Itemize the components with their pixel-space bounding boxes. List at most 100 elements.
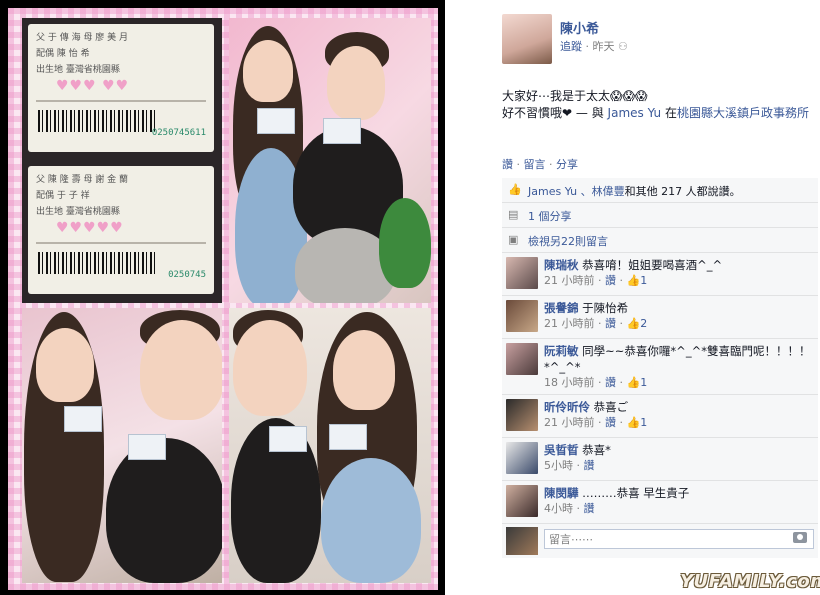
comment-time[interactable]: 18 小時前 (544, 376, 595, 389)
comment-like-link[interactable]: 讚 (584, 459, 595, 472)
id-card-wife: 父 陳 隆 壽 母 謝 金 蘭 配偶 于 子 祥 出生地 臺灣省桃園縣 ♥♥♥♥… (28, 166, 214, 294)
share-button[interactable]: 分享 (556, 158, 578, 171)
commenter-avatar[interactable] (506, 300, 538, 332)
likes-text: James Yu 、林偉豐和其他 217 人都說讚。 (528, 183, 741, 199)
post-meta: 追蹤 · 昨天 ⚇ (560, 38, 628, 54)
commenter-avatar[interactable] (506, 399, 538, 431)
comment-time[interactable]: 21 小時前 (544, 416, 595, 429)
id-card-birthplace: 出生地 臺灣省桃園縣 (36, 65, 120, 75)
comment-time[interactable]: 4小時 (544, 502, 573, 515)
woman-shirt (321, 458, 421, 583)
comment-time[interactable]: 21 小時前 (544, 317, 595, 330)
comment-item: 吳晢晢 恭喜* 5小時 · 讚 (502, 438, 818, 481)
comment-item: 阮莉敏 同學~~恭喜你囉*^_^*雙喜臨門呢！！！！*^_^* 18 小時前 ·… (502, 339, 818, 395)
comment-like-count-icon[interactable]: 👍 (627, 274, 641, 287)
comment-meta: 21 小時前 · 讚 · 👍2 (544, 317, 648, 330)
comment-meta: 5小時 · 讚 (544, 459, 595, 472)
comment-like-link[interactable]: 讚 (605, 376, 616, 389)
id-card-parents: 父 于 傳 海 母 廖 美 月 (36, 33, 129, 43)
comment-time[interactable]: 5小時 (544, 459, 573, 472)
likes-rest: 和其他 217 人都說讚。 (624, 185, 741, 198)
viewer-avatar (506, 527, 538, 555)
commenter-name[interactable]: 吳晢晢 (544, 443, 579, 457)
plant (379, 198, 431, 288)
man-face (140, 320, 222, 420)
like-button[interactable]: 讚 (502, 158, 513, 171)
comment-button[interactable]: 留言 (524, 158, 546, 171)
id-card-number: 0250745 (168, 270, 206, 280)
comment-like-count-icon[interactable]: 👍 (627, 416, 641, 429)
likers-link[interactable]: James Yu 、林偉豐 (528, 185, 625, 198)
commenter-name[interactable]: 昕伶昕伶 (544, 400, 590, 414)
shares-summary[interactable]: ▤ 1 個分享 (502, 203, 818, 228)
likes-summary: 👍 James Yu 、林偉豐和其他 217 人都說讚。 (502, 178, 818, 203)
comment-text: 于陳怡希 (582, 301, 629, 315)
id-card-number: 0250745611 (151, 128, 206, 138)
comment-like-count-icon[interactable]: 👍 (627, 317, 641, 330)
collage-panel-couple-3 (229, 308, 431, 583)
comment-input[interactable]: 留言⋯⋯ (544, 529, 814, 549)
collage-panel-id-cards: 父 于 傳 海 母 廖 美 月 配偶 陳 怡 希 出生地 臺灣省桃園縣 ♥♥♥ … (22, 18, 222, 303)
post-actions: 讚 · 留言 · 分享 (502, 156, 578, 172)
comment-body: 昕伶昕伶 恭喜ご 21 小時前 · 讚 · 👍1 (544, 395, 818, 434)
comment-item: 張譽錦 于陳怡希 21 小時前 · 讚 · 👍2 (502, 296, 818, 339)
tagged-person-link[interactable]: James Yu (608, 106, 662, 120)
comment-meta: 18 小時前 · 讚 · 👍1 (544, 376, 648, 389)
comment-meta: 21 小時前 · 讚 · 👍1 (544, 274, 648, 287)
comment-like-link[interactable]: 讚 (605, 274, 616, 287)
card-divider (36, 242, 206, 244)
view-more-link[interactable]: 檢視另22則留言 (528, 235, 608, 248)
poster-avatar[interactable] (502, 14, 552, 64)
woman-face (36, 328, 94, 402)
action-separator: · (516, 158, 521, 171)
comment-like-count[interactable]: 2 (640, 317, 647, 330)
commenter-name[interactable]: 陳瑞秋 (544, 258, 579, 272)
commenter-avatar[interactable] (506, 485, 538, 517)
ufi-box: 👍 James Yu 、林偉豐和其他 217 人都說讚。 ▤ 1 個分享 ▣ 檢… (502, 178, 818, 558)
location-link[interactable]: 桃園縣大溪鎮戶政事務所 (677, 106, 809, 120)
view-more-comments[interactable]: ▣ 檢視另22則留言 (502, 228, 818, 253)
post-status: 大家好⋯我是于太太😱😱😱 好不習慣哦❤ — 與 James Yu 在桃園縣大溪鎮… (502, 88, 818, 122)
audience-icon[interactable]: ⚇ (618, 40, 628, 53)
commenter-avatar[interactable] (506, 442, 538, 474)
barcode (38, 110, 158, 132)
post-photo[interactable]: 父 于 傳 海 母 廖 美 月 配偶 陳 怡 希 出生地 臺灣省桃園縣 ♥♥♥ … (0, 0, 445, 595)
status-at: 在 (664, 106, 677, 120)
comment-text: 恭喜* (582, 443, 611, 457)
post-timestamp[interactable]: 昨天 (593, 40, 615, 53)
status-line-1: 大家好⋯我是于太太😱😱😱 (502, 89, 648, 103)
held-id-card (329, 424, 367, 450)
collage-panel-couple-1 (229, 18, 431, 303)
commenter-name[interactable]: 張譽錦 (544, 301, 579, 315)
commenter-avatar[interactable] (506, 257, 538, 289)
commenter-avatar[interactable] (506, 343, 538, 375)
comment-body: 吳晢晢 恭喜* 5小時 · 讚 (544, 438, 818, 477)
comment-time[interactable]: 21 小時前 (544, 274, 595, 287)
watermark: YUFAMILY.com.cn (680, 571, 820, 592)
comment-like-count[interactable]: 1 (640, 274, 647, 287)
poster-name[interactable]: 陳小希 (560, 18, 599, 37)
man-face (327, 46, 385, 120)
commenter-name[interactable]: 陳閔驊 (544, 486, 579, 500)
follow-link[interactable]: 追蹤 (560, 40, 582, 53)
collage-panel-couple-2 (22, 308, 222, 583)
comment-body: 張譽錦 于陳怡希 21 小時前 · 讚 · 👍2 (544, 296, 818, 335)
held-id-card (64, 406, 102, 432)
comment-like-link[interactable]: 讚 (584, 502, 595, 515)
man-face (233, 320, 307, 416)
commenter-name[interactable]: 阮莉敏 (544, 344, 579, 358)
comment-like-link[interactable]: 讚 (605, 317, 616, 330)
comment-like-count[interactable]: 1 (640, 416, 647, 429)
shares-link[interactable]: 1 個分享 (528, 210, 572, 223)
held-id-card (128, 434, 166, 460)
shares-text: 1 個分享 (528, 208, 572, 224)
barcode (38, 252, 158, 274)
action-separator: · (549, 158, 553, 171)
held-id-card (323, 118, 361, 144)
comment-body: 陳瑞秋 恭喜唷！姐姐要喝喜酒^_^ 21 小時前 · 讚 · 👍1 (544, 253, 818, 292)
comment-like-count[interactable]: 1 (640, 376, 647, 389)
camera-icon[interactable] (793, 532, 807, 543)
comment-body: 陳閔驊 ………恭喜 早生貴子 4小時 · 讚 (544, 481, 818, 520)
comment-like-count-icon[interactable]: 👍 (627, 376, 641, 389)
comment-like-link[interactable]: 讚 (605, 416, 616, 429)
